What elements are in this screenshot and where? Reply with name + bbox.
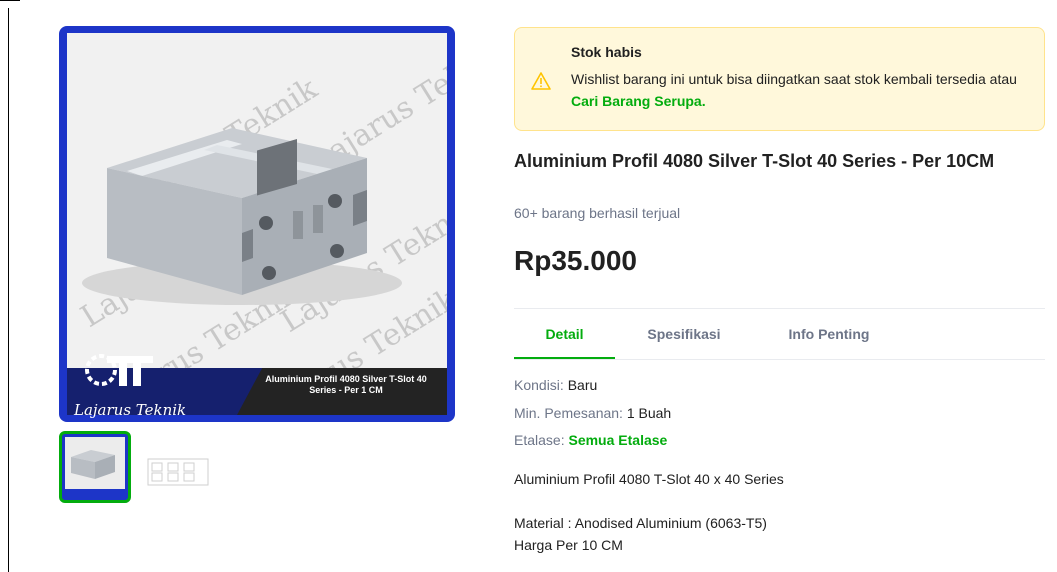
- showcase-label: Etalase:: [514, 432, 569, 448]
- showcase-link[interactable]: Semua Etalase: [568, 432, 667, 448]
- find-similar-link[interactable]: Cari Barang Serupa.: [571, 93, 706, 109]
- thumbnail-drawing-image: [147, 458, 209, 486]
- brand-logo-icon: [85, 354, 153, 386]
- divider: [514, 308, 1045, 309]
- page-edge-top: [0, 0, 20, 1]
- tab-detail[interactable]: Detail: [514, 310, 615, 359]
- tab-info-penting[interactable]: Info Penting: [774, 310, 884, 359]
- thumbnail-2[interactable]: [138, 431, 210, 503]
- tab-spesifikasi[interactable]: Spesifikasi: [629, 310, 739, 359]
- description-line: Harga Per 10 CM: [514, 537, 623, 553]
- notice-text: Wishlist barang ini untuk bisa diingatka…: [571, 71, 1017, 109]
- product-main-image[interactable]: Lajarus Teknik Lajarus Teknik Lajarus Te…: [59, 26, 455, 422]
- warning-icon: [531, 72, 551, 90]
- page-edge-left: [8, 8, 9, 572]
- aluminium-profile-image: [82, 128, 402, 305]
- min-order-value: 1 Buah: [626, 405, 672, 421]
- condition-value: Baru: [567, 377, 598, 393]
- condition-row: Kondisi: Baru: [514, 377, 597, 393]
- brand-name: Lajarus Teknik: [74, 401, 187, 419]
- sold-count: 60+ barang berhasil terjual: [514, 205, 681, 221]
- showcase-row: Etalase: Semua Etalase: [514, 432, 667, 448]
- product-photo: Lajarus Teknik Lajarus Teknik Lajarus Te…: [67, 33, 447, 368]
- banner-caption: Aluminium Profil 4080 Silver T-Slot 40 S…: [265, 374, 427, 395]
- thumbnail-1[interactable]: [59, 431, 131, 503]
- notice-title: Stok habis: [571, 44, 642, 60]
- description-line: Aluminium Profil 4080 T-Slot 40 x 40 Ser…: [514, 471, 784, 487]
- min-order-label: Min. Pemesanan:: [514, 405, 627, 421]
- condition-label: Kondisi:: [514, 377, 568, 393]
- out-of-stock-notice: Stok habis Wishlist barang ini untuk bis…: [514, 27, 1045, 131]
- thumbnail-profile-image: [71, 450, 115, 479]
- product-title: Aluminium Profil 4080 Silver T-Slot 40 S…: [514, 151, 995, 171]
- description-line: Material : Anodised Aluminium (6063-T5): [514, 515, 767, 531]
- product-price: Rp35.000: [514, 245, 637, 276]
- product-tabs: Detail Spesifikasi Info Penting: [514, 310, 1045, 360]
- min-order-row: Min. Pemesanan: 1 Buah: [514, 405, 671, 421]
